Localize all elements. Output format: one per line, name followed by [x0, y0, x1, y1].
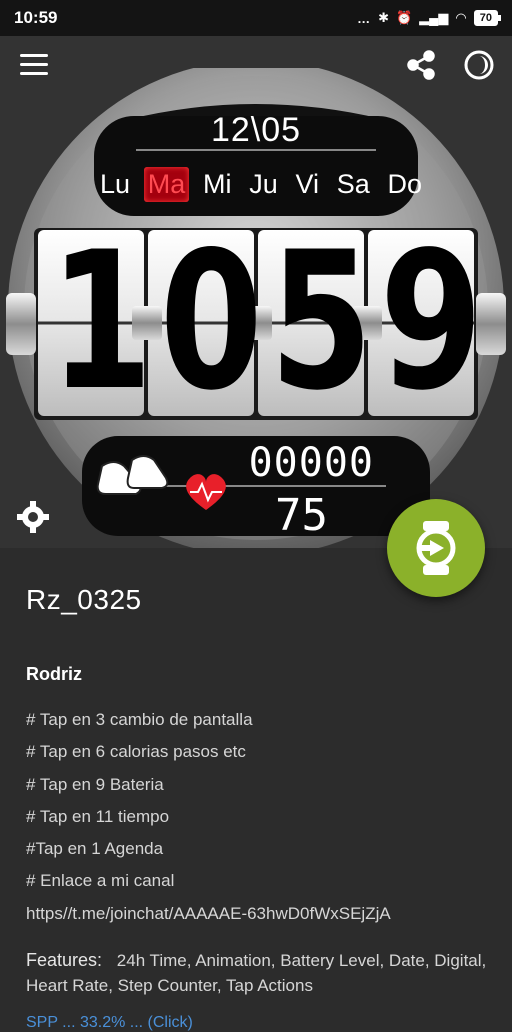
steps-count: 00000 [248, 440, 374, 486]
description-line: # Tap en 9 Bateria [26, 774, 164, 794]
watch-date: 12\05 [210, 111, 302, 149]
bottom-partial-row[interactable]: SPP ... 33.2% ... (Click) [26, 1014, 193, 1032]
day-label: Sa [336, 169, 370, 199]
settings-button[interactable] [14, 498, 52, 536]
more-notifications-icon: … [357, 10, 372, 26]
description-line: #Tap en 1 Agenda [26, 839, 164, 859]
minute-ones-digit: 9 [379, 211, 483, 432]
description-line: # Tap en 11 tiempo [26, 806, 170, 826]
bluetooth-icon: ✱ [378, 10, 389, 25]
description-line: # Enlace a mi canal [26, 871, 175, 891]
hamburger-icon [20, 54, 48, 57]
features-label: Features: [26, 950, 103, 970]
day-label: Lu [100, 169, 131, 199]
day-label: Do [387, 169, 422, 199]
theme-icon [464, 50, 494, 80]
author-name[interactable]: Rodriz [26, 664, 82, 685]
theme-button[interactable] [462, 48, 496, 82]
day-label-active: Ma [143, 167, 190, 202]
description: # Tap en 3 cambio de pantalla # Tap en 6… [26, 708, 496, 934]
status-icons: … ✱ ⏰ ▂▄▆ ◠ 70 [357, 10, 502, 26]
heart-rate-value: 75 [275, 490, 328, 541]
day-label: Vi [295, 169, 319, 199]
day-label: Ju [249, 169, 278, 199]
send-to-watch-icon [416, 521, 456, 575]
description-line: # Tap en 3 cambio de pantalla [26, 710, 253, 729]
send-to-watch-button[interactable] [387, 499, 485, 597]
watch-preview: 12\05 Lu Ma Mi Ju Vi Sa Do 1 0 5 9 00000… [0, 36, 512, 548]
wifi-icon: ◠ [455, 10, 467, 25]
watchface-title: Rz_0325 [26, 584, 142, 615]
alarm-icon: ⏰ [396, 10, 413, 25]
weekday-row: Lu Ma Mi Ju Vi Sa Do [96, 167, 426, 202]
signal-icon: ▂▄▆ [419, 10, 449, 25]
minute-tens-digit: 5 [269, 211, 373, 432]
share-icon [407, 50, 435, 80]
status-bar: 10:59 … ✱ ⏰ ▂▄▆ ◠ 70 [0, 0, 512, 36]
status-time: 10:59 [14, 8, 58, 27]
hour-ones-digit: 0 [159, 211, 263, 432]
hour-tens-digit: 1 [49, 211, 153, 432]
description-line: # Tap en 6 calorias pasos etc [26, 742, 246, 762]
features-section: Features: 24h Time, Animation, Battery L… [26, 948, 496, 998]
hinge-left [6, 293, 36, 355]
channel-link[interactable]: https//t.me/joinchat/AAAAAE-63hwD0fWxSEj… [26, 902, 496, 934]
battery-icon: 70 [473, 10, 502, 26]
menu-button[interactable] [20, 54, 48, 76]
share-button[interactable] [404, 48, 438, 82]
day-label: Mi [203, 169, 232, 199]
gear-icon [17, 501, 49, 533]
